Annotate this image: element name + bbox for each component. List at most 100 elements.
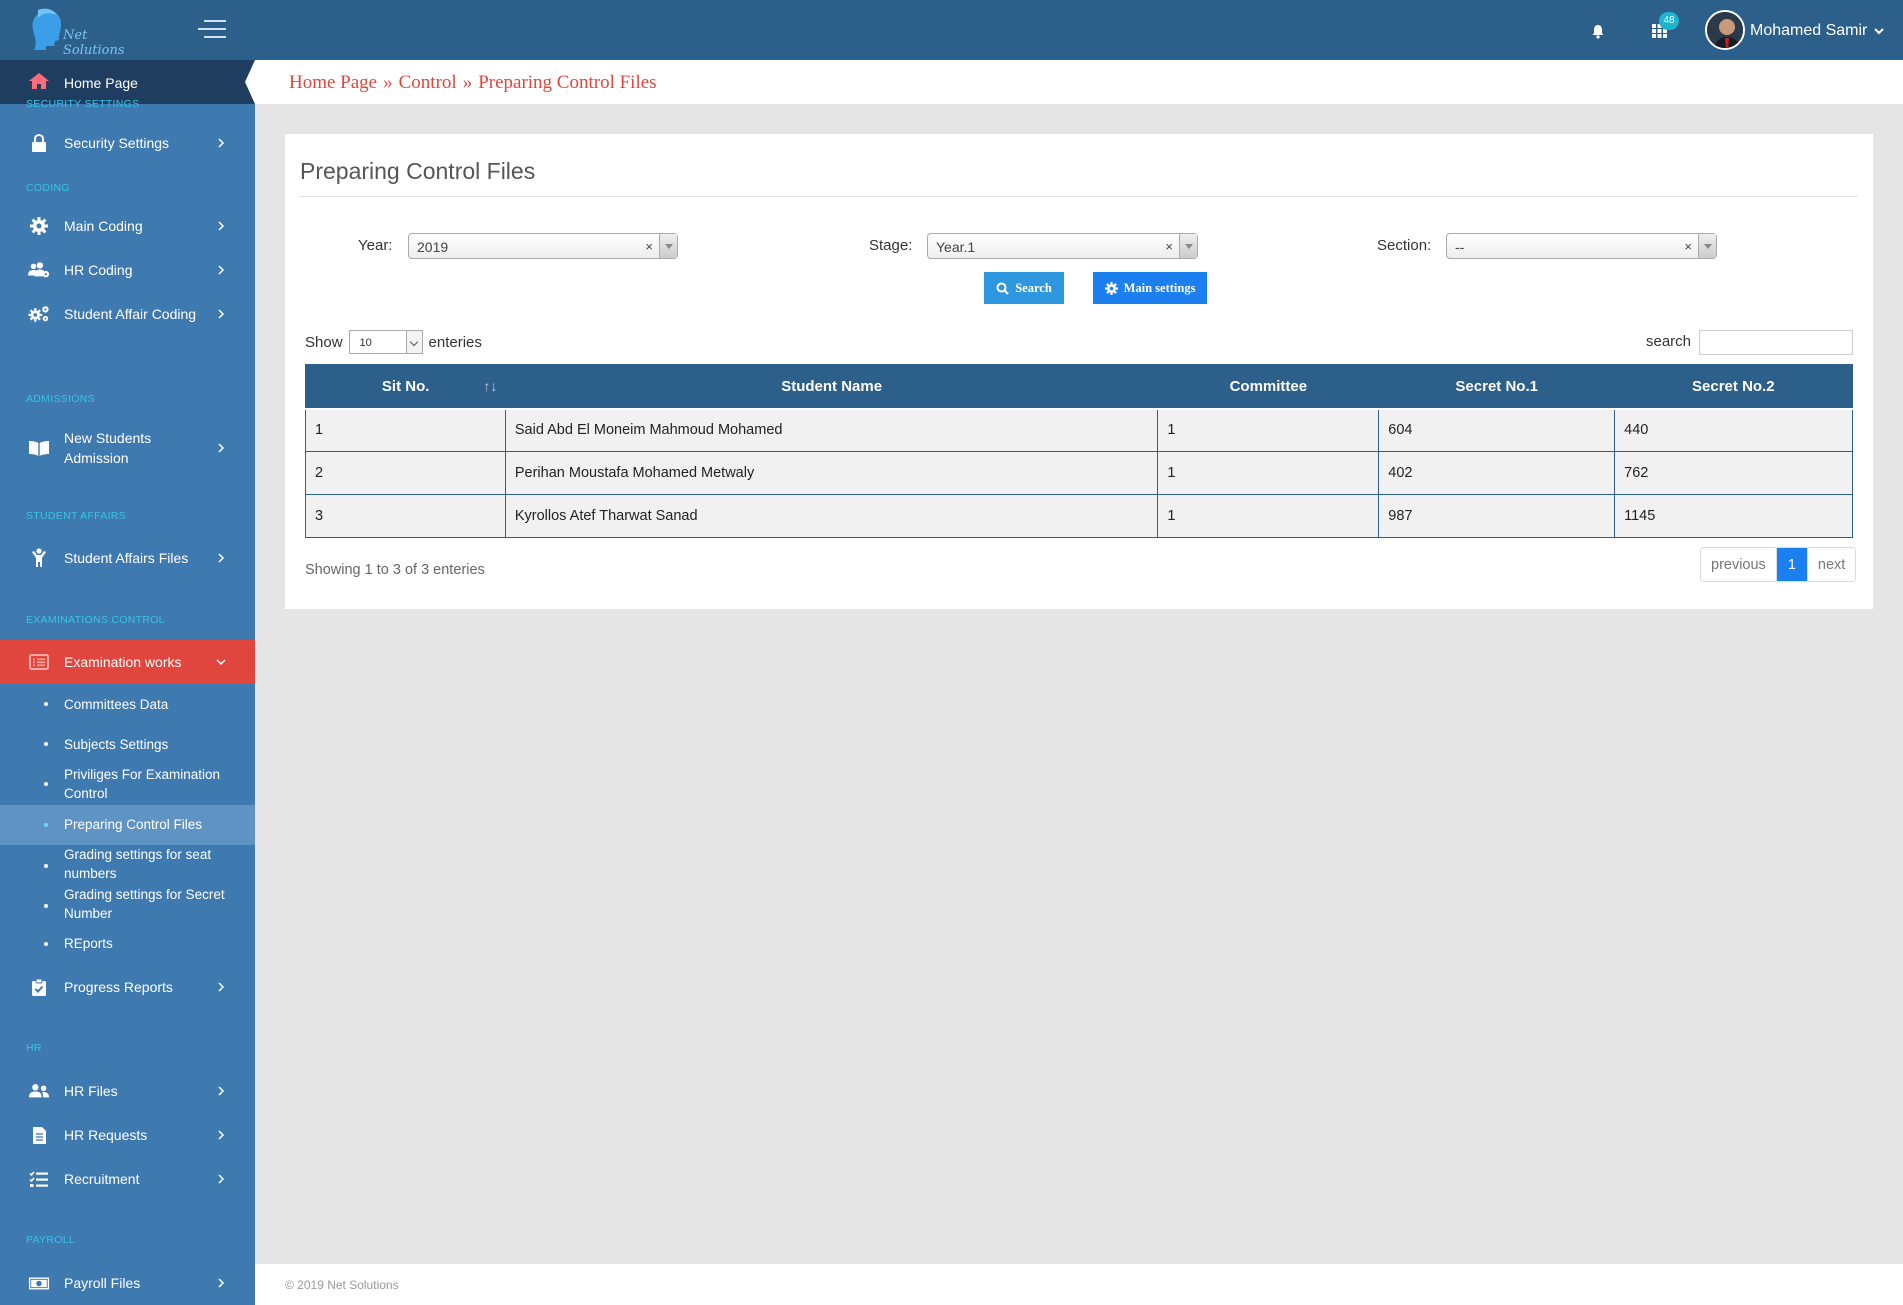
- column-header-secret-no2[interactable]: Secret No.2: [1614, 364, 1853, 410]
- sidebar-item-label: Payroll Files: [64, 1275, 141, 1291]
- dropdown-arrow-icon[interactable]: [659, 234, 677, 258]
- sidebar-item-label: Recruitment: [64, 1171, 140, 1187]
- table-row[interactable]: 3 Kyrollos Atef Tharwat Sanad 1 987 1145: [305, 494, 1853, 538]
- year-select[interactable]: 2019 ×: [408, 233, 678, 259]
- dropdown-arrow-icon[interactable]: [1698, 234, 1716, 258]
- cell-secret-no2: 1145: [1614, 494, 1853, 538]
- sort-icon[interactable]: ↑↓: [483, 378, 497, 394]
- sidebar-subitem-subjects-settings[interactable]: Subjects Settings: [0, 725, 255, 763]
- sidebar-item-student-affair-coding[interactable]: Student Affair Coding: [0, 294, 255, 334]
- file-text-icon: [28, 1125, 50, 1145]
- sidebar-item-hr-requests[interactable]: HR Requests: [0, 1115, 255, 1155]
- sidebar: Home Page SECURITY SETTINGS Security Set…: [0, 60, 255, 1305]
- sidebar-subitem-label: Subjects Settings: [64, 737, 169, 752]
- table-search-input[interactable]: [1699, 330, 1853, 355]
- title-divider: [300, 196, 1858, 197]
- table-row[interactable]: 2 Perihan Moustafa Mohamed Metwaly 1 402…: [305, 451, 1853, 495]
- dropdown-arrow-icon[interactable]: [1179, 234, 1197, 258]
- user-menu[interactable]: Mohamed Samir: [1750, 22, 1884, 40]
- bullet-dot-icon: [44, 742, 48, 746]
- breadcrumb-separator: »: [462, 72, 473, 93]
- sidebar-subitem-committees-data[interactable]: Committees Data: [0, 685, 255, 723]
- chevron-right-icon: [218, 443, 225, 453]
- sidebar-item-label: Security Settings: [64, 135, 170, 151]
- label-line-1: Priviliges For Examination: [64, 767, 221, 782]
- pagination-page-1[interactable]: 1: [1776, 548, 1807, 581]
- apps-badge: 48: [1659, 12, 1679, 30]
- breadcrumb-control[interactable]: Control: [399, 72, 457, 93]
- section-select[interactable]: -- ×: [1446, 233, 1717, 259]
- sidebar-item-new-students-admission[interactable]: New Students Admission: [0, 423, 255, 473]
- column-header-committee[interactable]: Committee: [1157, 364, 1379, 410]
- label-line-2: Control: [64, 786, 108, 801]
- sidebar-item-label: Examination works: [64, 654, 182, 670]
- cell-committee: 1: [1157, 494, 1380, 538]
- bullet-dot-icon: [44, 702, 48, 706]
- table-row[interactable]: 1 Said Abd El Moneim Mahmoud Mohamed 1 6…: [305, 408, 1853, 452]
- cell-secret-no1: 604: [1378, 408, 1616, 452]
- pagination-previous[interactable]: previous: [1701, 548, 1777, 581]
- cell-secret-no1: 987: [1378, 494, 1616, 538]
- bullet-dot-icon: [44, 942, 48, 946]
- chevron-right-icon: [218, 138, 225, 148]
- pagination-next[interactable]: next: [1806, 548, 1855, 581]
- breadcrumb-home[interactable]: Home Page: [289, 72, 377, 93]
- sidebar-item-label: HR Files: [64, 1083, 118, 1099]
- sidebar-item-hr-coding[interactable]: HR Coding: [0, 250, 255, 290]
- sidebar-item-main-coding[interactable]: Main Coding: [0, 206, 255, 246]
- main-settings-button-label: Main settings: [1123, 280, 1196, 295]
- column-header-secret-no1[interactable]: Secret No.1: [1378, 364, 1615, 410]
- cell-sit-no: 2: [305, 451, 506, 495]
- sidebar-subitem-label: Preparing Control Files: [64, 817, 203, 832]
- cell-student-name: Perihan Moustafa Mohamed Metwaly: [504, 451, 1159, 495]
- breadcrumb-separator: »: [383, 72, 393, 93]
- sidebar-item-student-affairs-files[interactable]: Student Affairs Files: [0, 538, 255, 578]
- clear-icon[interactable]: ×: [645, 239, 653, 254]
- year-label: Year:: [358, 237, 393, 254]
- stage-select[interactable]: Year.1 ×: [927, 233, 1198, 259]
- search-button[interactable]: Search: [984, 272, 1064, 304]
- logo-head-icon: [32, 8, 62, 50]
- page-length-select[interactable]: 10: [348, 330, 423, 354]
- sidebar-item-hr-files[interactable]: HR Files: [0, 1071, 255, 1111]
- sidebar-item-label: HR Coding: [64, 262, 133, 278]
- sidebar-item-label: Progress Reports: [64, 979, 173, 995]
- gear-icon: [28, 216, 50, 236]
- stage-value: Year.1: [936, 239, 976, 255]
- label-line-2: numbers: [64, 866, 117, 881]
- sidebar-item-payroll-files[interactable]: Payroll Files: [0, 1263, 255, 1303]
- label-line-2: Number: [64, 906, 113, 921]
- search-icon: [996, 282, 1009, 295]
- clear-icon[interactable]: ×: [1165, 239, 1173, 254]
- section-label-payroll: PAYROLL: [26, 1234, 75, 1246]
- chevron-right-icon: [218, 1130, 225, 1140]
- breadcrumb-current: Preparing Control Files: [478, 72, 657, 93]
- clipboard-check-icon: [28, 977, 50, 997]
- avatar[interactable]: [1705, 10, 1745, 50]
- label-line-1: Grading settings for Secret: [64, 887, 225, 902]
- money-bill-icon: [28, 1273, 50, 1293]
- sidebar-item-progress-reports[interactable]: Progress Reports: [0, 967, 255, 1007]
- year-value: 2019: [417, 239, 449, 255]
- main-settings-button[interactable]: Main settings: [1093, 272, 1207, 304]
- sidebar-subitem-reports[interactable]: REports: [0, 926, 255, 962]
- column-header-sit-no[interactable]: Sit No. ↑↓: [305, 364, 506, 410]
- sidebar-item-recruitment[interactable]: Recruitment: [0, 1159, 255, 1199]
- bell-icon[interactable]: [1587, 20, 1609, 42]
- sidebar-subitem-label: Committees Data: [64, 697, 169, 712]
- sidebar-subitem-label: REports: [64, 936, 113, 951]
- sidebar-subitem-preparing-control-files[interactable]: Preparing Control Files: [0, 805, 255, 845]
- sidebar-subitem-priviliges[interactable]: Priviliges For Examination Control: [0, 763, 255, 805]
- sidebar-subitem-label: Priviliges For Examination Control: [64, 765, 220, 803]
- clear-icon[interactable]: ×: [1684, 239, 1692, 254]
- label-line-2: Admission: [64, 450, 129, 466]
- logo[interactable]: Net Solutions: [28, 8, 138, 58]
- chevron-right-icon: [218, 982, 225, 992]
- column-header-student-name[interactable]: Student Name: [505, 364, 1158, 410]
- footer: © 2019 Net Solutions: [255, 1264, 1903, 1305]
- menu-toggle-icon[interactable]: [198, 20, 226, 40]
- sidebar-item-security-settings[interactable]: Security Settings: [0, 123, 255, 163]
- sidebar-subitem-grading-seat[interactable]: Grading settings for seat numbers: [0, 845, 255, 885]
- sidebar-subitem-grading-secret[interactable]: Grading settings for Secret Number: [0, 885, 255, 925]
- sidebar-item-examination-works[interactable]: Examination works: [0, 640, 255, 684]
